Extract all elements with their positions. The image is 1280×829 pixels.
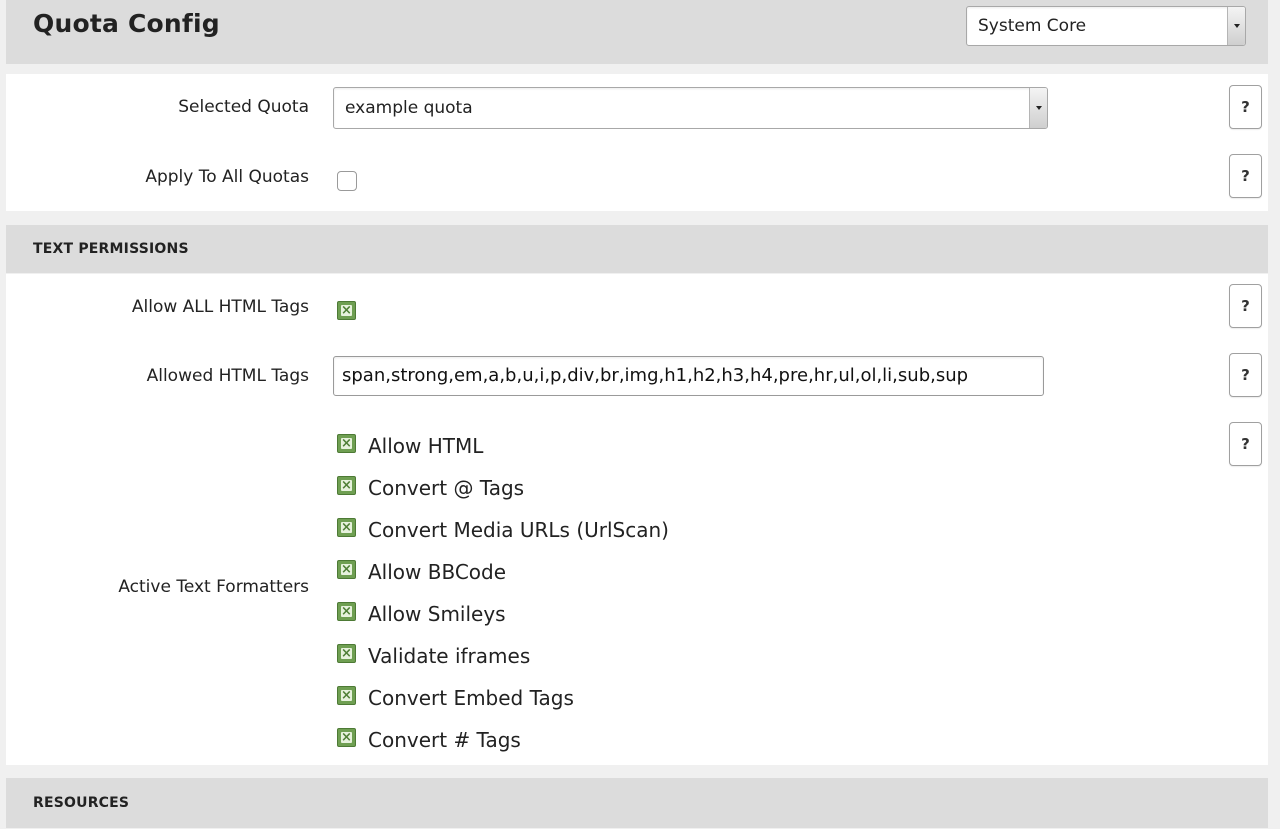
apply-all-quotas-help-button[interactable]: ? <box>1229 154 1262 198</box>
formatter-label-convert-media-urls[interactable]: Convert Media URLs (UrlScan) <box>368 518 669 542</box>
apply-all-quotas-label: Apply To All Quotas <box>145 167 309 187</box>
formatter-label-allow-smileys[interactable]: Allow Smileys <box>368 602 506 626</box>
module-select[interactable]: System Core <box>966 6 1246 46</box>
allowed-html-tags-help-button[interactable]: ? <box>1229 353 1262 397</box>
text-formatters-help-button[interactable]: ? <box>1229 422 1262 466</box>
formatter-label-allow-html[interactable]: Allow HTML <box>368 434 483 458</box>
allowed-html-tags-input[interactable]: span,strong,em,a,b,u,i,p,div,br,img,h1,h… <box>333 356 1044 396</box>
formatter-label-convert-embed-tags[interactable]: Convert Embed Tags <box>368 686 574 710</box>
formatter-checkbox-convert-hash-tags[interactable] <box>337 728 356 747</box>
formatter-checkbox-allow-smileys[interactable] <box>337 602 356 621</box>
selected-quota-label: Selected Quota <box>178 97 309 117</box>
formatter-checkbox-allow-bbcode[interactable] <box>337 560 356 579</box>
active-text-formatters-label: Active Text Formatters <box>118 577 309 597</box>
page-title: Quota Config <box>33 9 220 38</box>
formatter-label-validate-iframes[interactable]: Validate iframes <box>368 644 530 668</box>
quota-select-value: example quota <box>345 98 473 118</box>
allowed-html-tags-label: Allowed HTML Tags <box>146 366 309 386</box>
formatter-checkbox-validate-iframes[interactable] <box>337 644 356 663</box>
apply-all-quotas-checkbox[interactable] <box>337 171 357 191</box>
formatter-label-convert-at-tags[interactable]: Convert @ Tags <box>368 476 524 500</box>
allow-all-html-label: Allow ALL HTML Tags <box>131 297 309 317</box>
formatter-label-convert-hash-tags[interactable]: Convert # Tags <box>368 728 521 752</box>
chevron-down-icon[interactable] <box>1227 7 1245 45</box>
formatter-checkbox-convert-embed-tags[interactable] <box>337 686 356 705</box>
formatter-label-allow-bbcode[interactable]: Allow BBCode <box>368 560 506 584</box>
allow-all-html-help-button[interactable]: ? <box>1229 284 1262 328</box>
quota-select[interactable]: example quota <box>333 87 1048 129</box>
formatter-checkbox-convert-media-urls[interactable] <box>337 518 356 537</box>
resources-header[interactable]: RESOURCES <box>6 778 1268 828</box>
formatter-checkbox-convert-at-tags[interactable] <box>337 476 356 495</box>
formatter-checkbox-allow-html[interactable] <box>337 434 356 453</box>
module-select-value: System Core <box>978 16 1087 36</box>
text-permissions-header[interactable]: TEXT PERMISSIONS <box>6 225 1268 273</box>
allow-all-html-checkbox[interactable] <box>337 301 356 320</box>
selected-quota-help-button[interactable]: ? <box>1229 85 1262 129</box>
chevron-down-icon[interactable] <box>1029 88 1047 128</box>
